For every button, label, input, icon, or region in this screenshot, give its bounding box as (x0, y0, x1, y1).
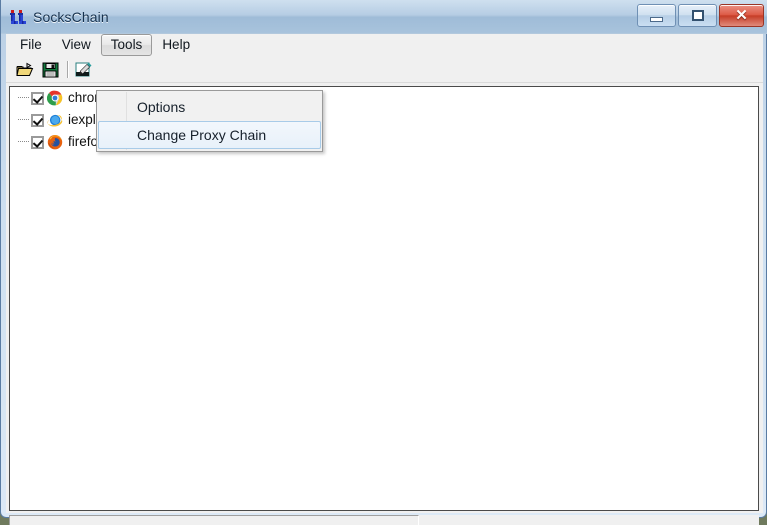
socks-icon (9, 8, 27, 26)
tree-connector (18, 97, 29, 99)
window-controls: ✕ (637, 4, 764, 27)
client-area: File View Tools Help chrome iexplore fir… (6, 34, 763, 525)
menu-item-options[interactable]: Options (98, 93, 321, 121)
menu-bar: File View Tools Help (6, 34, 763, 57)
open-folder-icon[interactable] (14, 59, 36, 80)
menu-view[interactable]: View (52, 34, 101, 56)
toolbar-separator (67, 61, 68, 78)
close-button[interactable]: ✕ (719, 4, 764, 27)
minimize-glyph (650, 16, 663, 22)
screen: SocksChain ✕ File View Tools Help chrome… (0, 0, 767, 525)
tree-connector (18, 119, 29, 121)
close-glyph: ✕ (735, 7, 748, 24)
chrome-icon (47, 90, 63, 106)
internet-explorer-icon (47, 112, 63, 128)
status-bar (9, 515, 759, 525)
checkbox-chrome[interactable] (31, 91, 44, 105)
maximize-glyph (691, 10, 704, 21)
toolbar (6, 57, 763, 83)
status-panel-left (9, 515, 419, 525)
checkbox-firefox[interactable] (31, 135, 44, 149)
minimize-button[interactable] (637, 4, 676, 27)
save-floppy-icon[interactable] (39, 59, 61, 80)
firefox-icon (47, 134, 63, 150)
application-window: SocksChain ✕ File View Tools Help chrome… (0, 0, 767, 525)
status-panel-right (419, 515, 759, 525)
window-title: SocksChain (33, 9, 109, 25)
edit-properties-icon[interactable] (73, 59, 95, 80)
tree-connector (18, 141, 29, 143)
menu-help[interactable]: Help (152, 34, 200, 56)
title-bar[interactable]: SocksChain ✕ (1, 0, 767, 34)
menu-item-change-proxy-chain[interactable]: Change Proxy Chain (98, 121, 321, 149)
maximize-button[interactable] (678, 4, 717, 27)
menu-tools[interactable]: Tools (100, 34, 153, 56)
menu-file[interactable]: File (10, 34, 52, 56)
tools-dropdown-menu: Options Change Proxy Chain (96, 90, 323, 152)
checkbox-iexplore[interactable] (31, 113, 44, 127)
